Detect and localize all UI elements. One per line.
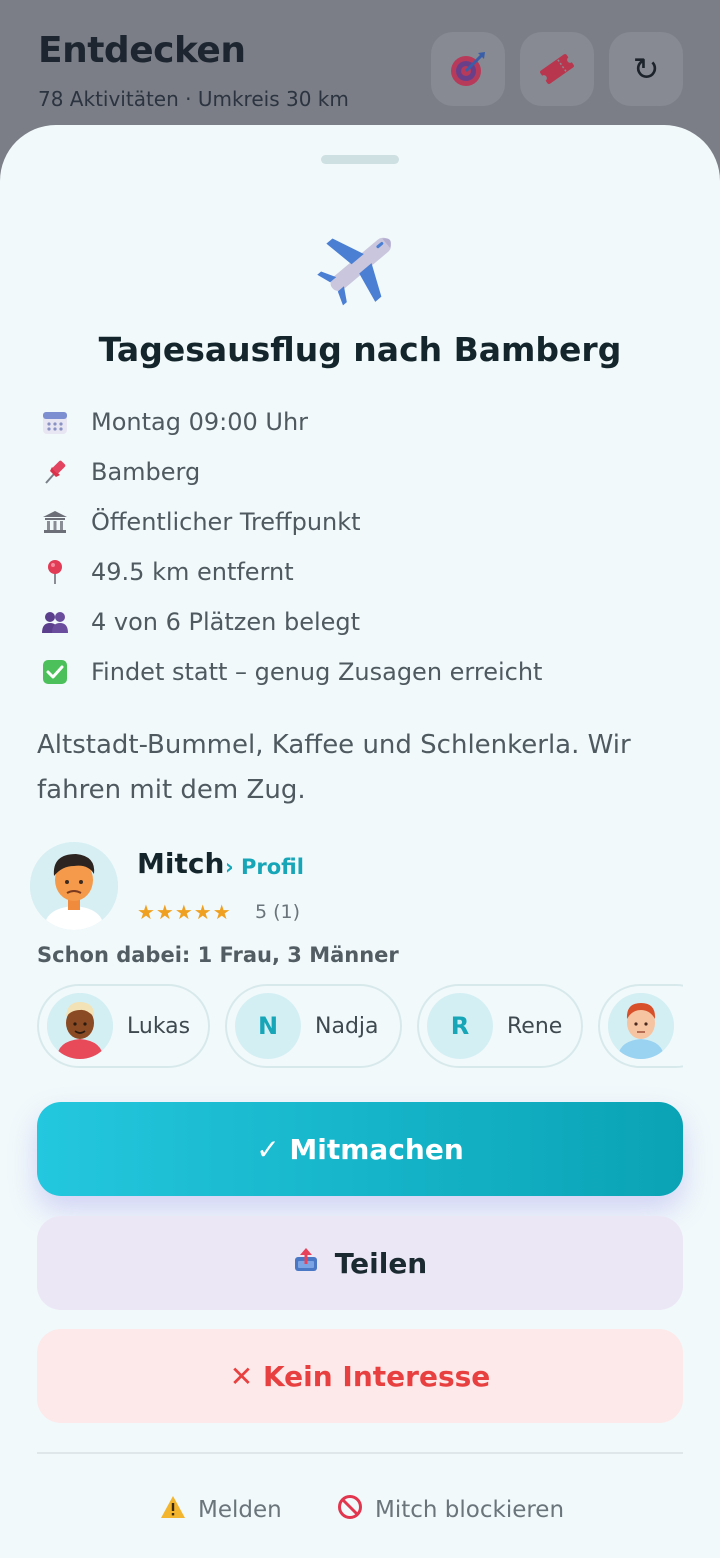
- participant-chip[interactable]: R Rene: [417, 984, 583, 1068]
- report-label: Melden: [198, 1497, 282, 1523]
- participant-name: Rene: [507, 1013, 563, 1039]
- participant-name: Lukas: [127, 1013, 191, 1039]
- people-icon: [40, 607, 70, 637]
- participants-summary: Schon dabei: 1 Frau, 3 Männer: [37, 943, 399, 967]
- page-title: Entdecken: [38, 30, 246, 71]
- participant-avatar: [47, 993, 113, 1059]
- divider: [37, 1452, 683, 1454]
- block-icon: [337, 1494, 363, 1526]
- participant-initial: R: [427, 993, 493, 1059]
- info-seats-text: 4 von 6 Plätzen belegt: [91, 608, 361, 636]
- activity-title: Tagesausflug nach Bamberg: [98, 330, 622, 369]
- ticket-icon: [540, 54, 574, 84]
- info-meeting-point-text: Öffentlicher Treffpunkt: [91, 508, 361, 536]
- page-subtitle: 78 Aktivitäten · Umkreis 30 km: [38, 87, 349, 111]
- drag-handle[interactable]: [321, 155, 399, 164]
- block-link[interactable]: Mitch blockieren: [337, 1492, 564, 1528]
- share-icon: [293, 1247, 319, 1280]
- refresh-icon: ↻: [632, 50, 660, 88]
- building-icon: [40, 507, 70, 537]
- participant-chip[interactable]: N Nadja: [225, 984, 402, 1068]
- host-rating-stars: ★★★★★: [137, 900, 232, 924]
- info-status-text: Findet statt – genug Zusagen erreicht: [91, 658, 543, 686]
- info-seats: 4 von 6 Plätzen belegt: [40, 602, 360, 642]
- participant-initial: N: [235, 993, 301, 1059]
- participant-chip[interactable]: Lukas: [37, 984, 210, 1068]
- participants-list: Lukas N Nadja R Rene: [37, 984, 683, 1070]
- info-date-text: Montag 09:00 Uhr: [91, 408, 309, 436]
- info-city-text: Bamberg: [91, 458, 201, 486]
- target-button[interactable]: [431, 32, 505, 106]
- airplane-icon: [317, 237, 391, 306]
- info-distance: 49.5 km entfernt: [40, 552, 294, 592]
- info-city: Bamberg: [40, 452, 200, 492]
- target-icon: [451, 52, 485, 86]
- info-meeting-point: Öffentlicher Treffpunkt: [40, 502, 361, 542]
- participant-name: Nadja: [315, 1013, 379, 1039]
- share-button[interactable]: Teilen: [37, 1216, 683, 1310]
- host-name[interactable]: Mitch: [137, 847, 224, 880]
- refresh-button[interactable]: ↻: [609, 32, 683, 106]
- location-pin-icon: [40, 557, 70, 587]
- host-rating-value: 5 (1): [255, 901, 301, 923]
- pushpin-icon: [40, 457, 70, 487]
- block-label: Mitch blockieren: [375, 1497, 565, 1523]
- calendar-icon: [40, 407, 70, 437]
- warning-icon: [160, 1495, 186, 1525]
- checkmark-icon: [40, 657, 70, 687]
- info-date: Montag 09:00 Uhr: [40, 402, 308, 442]
- host-profile-link[interactable]: › Profil: [225, 855, 304, 879]
- info-status: Findet statt – genug Zusagen erreicht: [40, 652, 542, 692]
- share-label: Teilen: [334, 1246, 428, 1280]
- participant-chip[interactable]: [598, 984, 683, 1068]
- host-avatar[interactable]: [30, 842, 118, 930]
- info-distance-text: 49.5 km entfernt: [91, 558, 294, 586]
- join-button[interactable]: ✓ Mitmachen: [37, 1102, 683, 1196]
- tickets-button[interactable]: [520, 32, 594, 106]
- participant-avatar: [608, 993, 674, 1059]
- not-interested-button[interactable]: ✕ Kein Interesse: [37, 1329, 683, 1423]
- report-link[interactable]: Melden: [160, 1492, 282, 1528]
- activity-description: Altstadt-Bummel, Kaffee und Schlenkerla.…: [37, 730, 631, 805]
- activity-sheet: Tagesausflug nach Bamberg Montag 09:00 U…: [0, 125, 720, 1558]
